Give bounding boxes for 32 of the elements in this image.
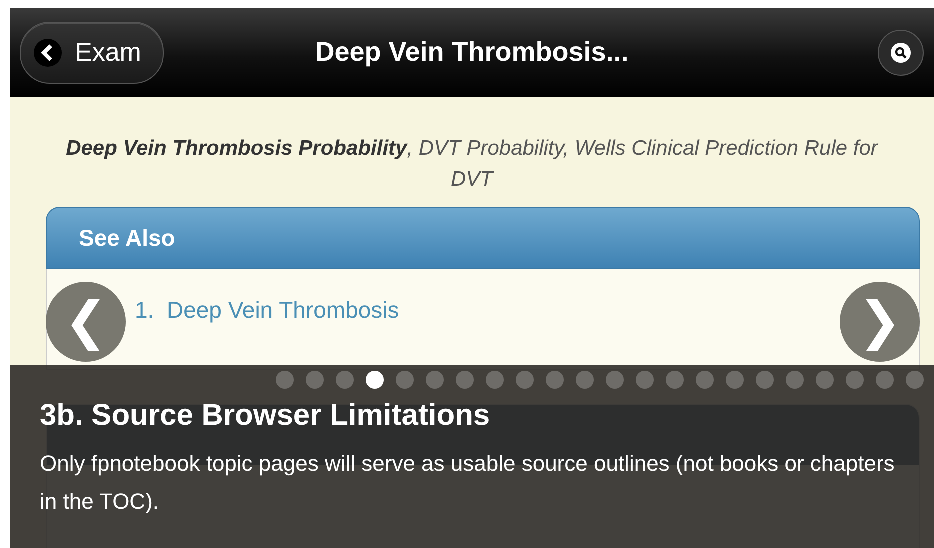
page-dot[interactable] xyxy=(456,371,474,389)
section-header: See Also xyxy=(46,207,920,269)
page-dot[interactable] xyxy=(546,371,564,389)
search-icon xyxy=(890,42,912,64)
page-title: Deep Vein Thrombosis... xyxy=(315,37,629,68)
page-dot[interactable] xyxy=(336,371,354,389)
page-dot[interactable] xyxy=(696,371,714,389)
page-dot[interactable] xyxy=(516,371,534,389)
tour-text: Only fpnotebook topic pages will serve as usable source outlines (not books or chapters in the TOC). xyxy=(40,450,896,516)
page-dot[interactable] xyxy=(486,371,504,389)
page-dot[interactable] xyxy=(846,371,864,389)
tour-title: 3b. Source Browser Limitations xyxy=(40,399,492,433)
page-dot[interactable] xyxy=(396,371,414,389)
back-button[interactable]: Exam xyxy=(20,22,164,84)
page-dot[interactable] xyxy=(786,371,804,389)
page-dot[interactable] xyxy=(906,371,924,389)
page-dot[interactable] xyxy=(756,371,774,389)
page-dot[interactable] xyxy=(276,371,294,389)
page-dot[interactable] xyxy=(426,371,444,389)
search-button[interactable] xyxy=(878,30,924,76)
page-dot[interactable] xyxy=(876,371,894,389)
page-dot[interactable] xyxy=(816,371,834,389)
synonyms-text: Deep Vein Thrombosis Probability, DVT Probability, Wells Clinical Prediction Rule for DVT xyxy=(65,136,880,193)
page-dot[interactable] xyxy=(576,371,594,389)
page-dot[interactable] xyxy=(726,371,744,389)
page-dot[interactable] xyxy=(666,371,684,389)
page-dot[interactable] xyxy=(606,371,624,389)
list-link[interactable]: 1. Deep Vein Thrombosis xyxy=(135,296,400,324)
page-dot[interactable] xyxy=(306,371,324,389)
chevron-left-icon xyxy=(33,38,63,68)
page-dot[interactable] xyxy=(636,371,654,389)
page-dot[interactable] xyxy=(366,371,384,389)
